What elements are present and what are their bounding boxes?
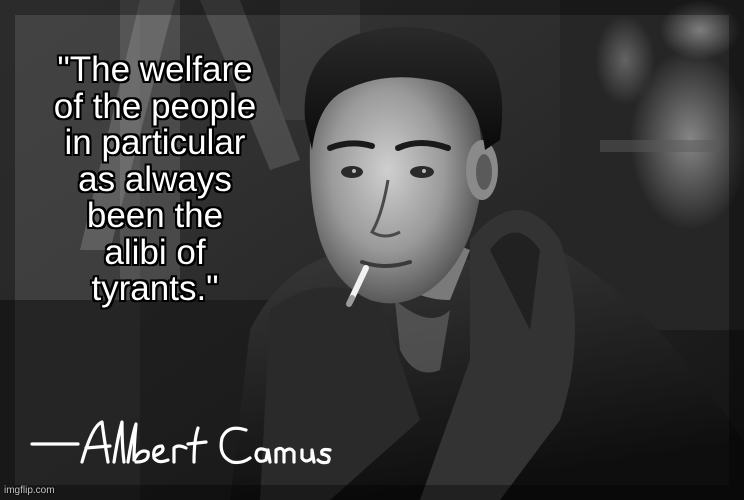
quote-line: alibi of (104, 232, 206, 272)
quote-line: been the (86, 196, 224, 235)
watermark-text: imgflip.com (4, 485, 55, 496)
quote-line: tyrants." (91, 269, 219, 308)
quote-line: "The welfare (57, 50, 253, 89)
quote-line: of the people (53, 86, 257, 126)
meme-image: "The welfare of the people in particular… (0, 0, 744, 500)
quote-line: in particular (64, 123, 246, 162)
author-signature (30, 420, 332, 465)
quote-text: "The welfare of the people in particular… (0, 50, 310, 308)
quote-line: as always (78, 159, 232, 199)
